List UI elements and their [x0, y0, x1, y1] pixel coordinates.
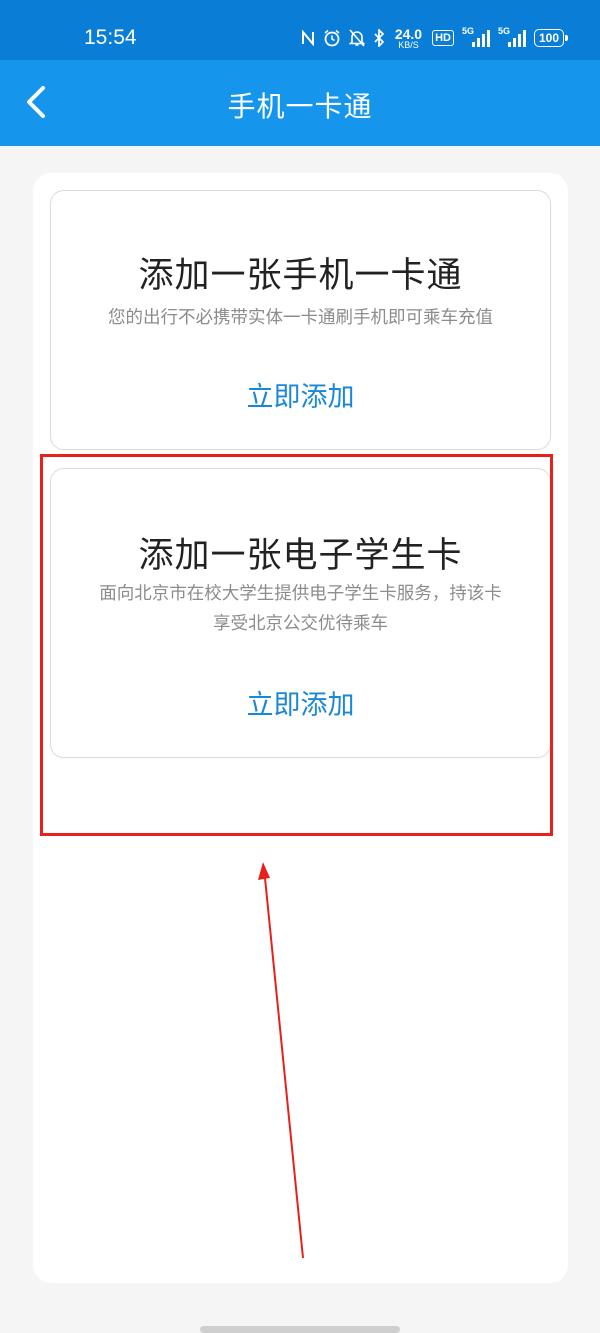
add-transit-card: 添加一张手机一卡通 您的出行不必携带实体一卡通刷手机即可乘车充值 立即添加: [50, 190, 551, 450]
status-bar: 15:54 24.0 KB/S HD 5G 5G 100: [0, 0, 600, 60]
nav-bar: 手机一卡通: [0, 60, 600, 146]
signal-2-icon: 5G: [497, 26, 526, 47]
status-time: 15:54: [84, 26, 137, 49]
add-transit-card-button[interactable]: 立即添加: [51, 375, 550, 414]
signal-1-label: 5G: [461, 26, 474, 36]
card-description: 面向北京市在校大学生提供电子学生卡服务，持该卡 享受北京公交优待乘车: [67, 579, 534, 639]
home-indicator: [200, 1326, 400, 1333]
signal-2-label: 5G: [497, 26, 510, 36]
alarm-icon: [323, 29, 341, 47]
battery-icon: 100: [533, 29, 569, 47]
network-speed-unit: KB/S: [398, 39, 419, 50]
bluetooth-icon: [373, 29, 385, 47]
nfc-icon: [301, 30, 315, 46]
card-description: 您的出行不必携带实体一卡通刷手机即可乘车充值: [108, 308, 493, 328]
mute-icon: [348, 29, 365, 47]
card-description-line: 享受北京公交优待乘车: [213, 614, 388, 634]
battery-level: 100: [538, 31, 559, 45]
signal-1-icon: 5G: [461, 26, 490, 47]
add-student-card: 添加一张电子学生卡 面向北京市在校大学生提供电子学生卡服务，持该卡 享受北京公交…: [50, 468, 551, 758]
card-description-line: 面向北京市在校大学生提供电子学生卡服务，持该卡: [99, 584, 502, 604]
status-icons: 24.0 KB/S HD 5G 5G 100: [301, 25, 569, 51]
card-title: 添加一张手机一卡通: [138, 256, 463, 296]
page-title: 手机一卡通: [227, 90, 373, 123]
network-speed-value: 24.0: [394, 25, 423, 42]
card-title: 添加一张电子学生卡: [138, 536, 463, 576]
add-student-card-button[interactable]: 立即添加: [51, 683, 550, 722]
network-speed: 24.0 KB/S: [395, 27, 422, 50]
hd-voice-badge: HD: [432, 30, 454, 46]
